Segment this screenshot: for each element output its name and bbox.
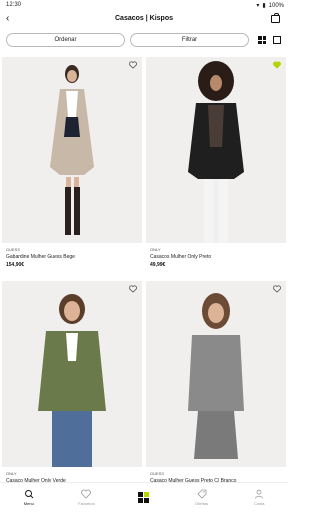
status-time: 12:30 [6, 2, 22, 8]
product-price: 49,99€ [150, 262, 166, 268]
tag-icon [197, 489, 206, 499]
product-card[interactable]: GUESS Casaco Mulher Guess Preto C/ Branc… [146, 281, 286, 484]
single-view-icon[interactable] [273, 36, 281, 44]
heart-icon[interactable] [129, 285, 137, 293]
heart-icon [81, 489, 92, 499]
shopping-bag-icon[interactable] [271, 13, 280, 23]
battery-icon: ▮ [262, 3, 266, 9]
heart-filled-icon[interactable] [273, 61, 281, 69]
product-brand: GUESS [6, 247, 21, 252]
nav-item-label: Ofertas [195, 501, 209, 506]
filter-button[interactable]: Filtrar [130, 33, 249, 47]
heart-icon[interactable] [129, 61, 137, 69]
brand-logo-icon [138, 492, 150, 503]
model-illustration [38, 294, 106, 467]
product-image[interactable] [146, 281, 286, 467]
product-name[interactable]: Casacos Mulher Only Preto [150, 254, 286, 260]
product-price: 154,90€ [6, 262, 25, 268]
status-bar: 12:30 ▾ ▮ 100% [0, 0, 288, 10]
nav-item-label: Menu [23, 501, 34, 506]
product-brand: ONLY [6, 471, 17, 476]
product-name[interactable]: Gabardine Mulher Guess Bege [6, 254, 142, 260]
nav-item-home[interactable] [115, 483, 173, 512]
product-image[interactable] [2, 281, 142, 467]
wifi-icon: ▾ [256, 3, 260, 9]
nav-item-offers[interactable]: Ofertas [173, 483, 231, 512]
product-image[interactable] [146, 57, 286, 243]
bottom-navigation: Menu Favoritos Ofertas Conta [0, 482, 288, 512]
product-image[interactable] [2, 57, 142, 243]
model-illustration [50, 65, 94, 235]
product-card[interactable]: ONLY Casacos Mulher Only Preto 49,99€ [146, 57, 286, 268]
sort-button[interactable]: Ordenar [6, 33, 125, 47]
battery-percent: 100% [268, 2, 284, 9]
nav-item-account[interactable]: Conta [230, 483, 288, 512]
heart-icon[interactable] [273, 285, 281, 293]
nav-item-label: Conta [253, 501, 265, 506]
product-brand: ONLY [150, 247, 161, 252]
app-bar: ‹ Casacos | Kispos [0, 10, 288, 30]
search-icon [24, 490, 34, 499]
product-brand: GUESS [150, 471, 165, 476]
nav-item-menu[interactable]: Menu [0, 483, 58, 512]
nav-item-label: Favoritos [78, 501, 95, 506]
product-card[interactable]: ONLY Casaco Mulher Only Verde [2, 281, 142, 484]
list-controls: Ordenar Filtrar [0, 32, 288, 48]
person-icon [255, 489, 264, 499]
page-title: Casacos | Kispos [115, 15, 173, 22]
model-illustration [188, 61, 244, 243]
model-illustration [188, 293, 244, 459]
product-card[interactable]: GUESS Gabardine Mulher Guess Bege 154,90… [2, 57, 142, 268]
status-icons: ▾ ▮ 100% [256, 2, 284, 10]
grid-view-icon[interactable] [258, 36, 266, 44]
nav-item-favorites[interactable]: Favoritos [58, 483, 116, 512]
